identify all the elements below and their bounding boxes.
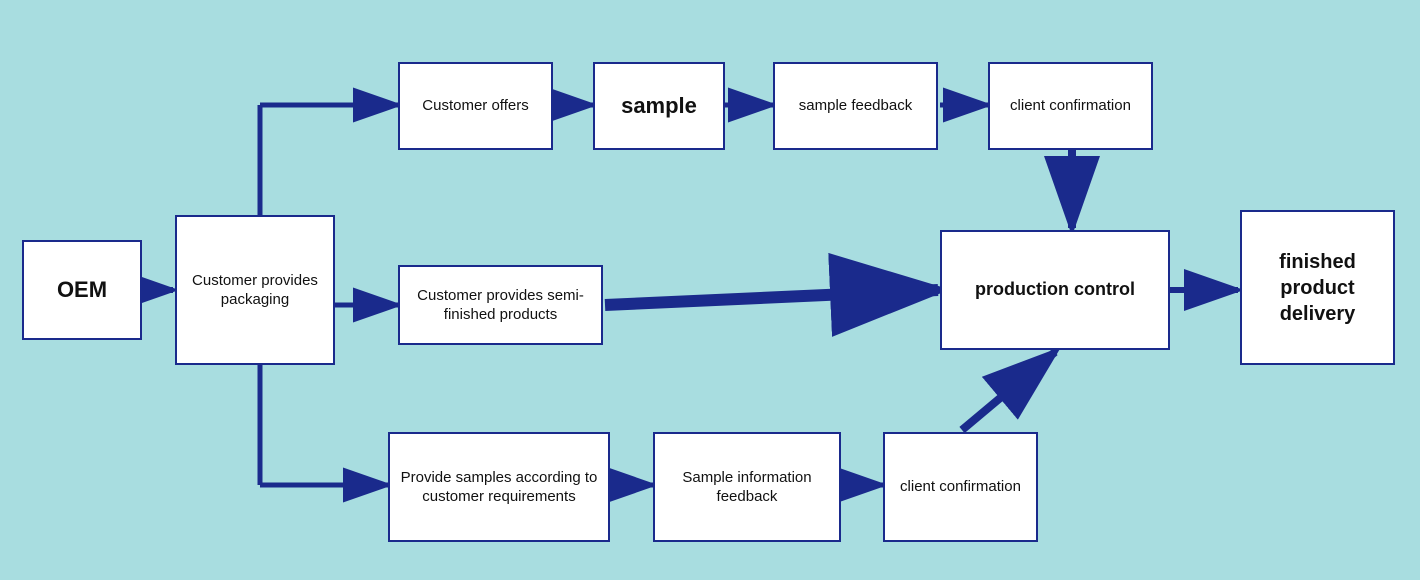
customer-offers-box: Customer offers (398, 62, 553, 150)
provide-samples-box: Provide samples according to customer re… (388, 432, 610, 542)
finished-product-delivery-box: finished product delivery (1240, 210, 1395, 365)
customer-provides-packaging-box: Customer provides packaging (175, 215, 335, 365)
production-control-box: production control (940, 230, 1170, 350)
diagram: OEM Customer provides packaging Customer… (0, 0, 1420, 580)
sample-box: sample (593, 62, 725, 150)
customer-semi-finished-box: Customer provides semi-finished products (398, 265, 603, 345)
sample-information-feedback-box: Sample information feedback (653, 432, 841, 542)
client-confirmation-bottom-box: client confirmation (883, 432, 1038, 542)
oem-box: OEM (22, 240, 142, 340)
sample-feedback-box: sample feedback (773, 62, 938, 150)
client-confirmation-top-box: client confirmation (988, 62, 1153, 150)
